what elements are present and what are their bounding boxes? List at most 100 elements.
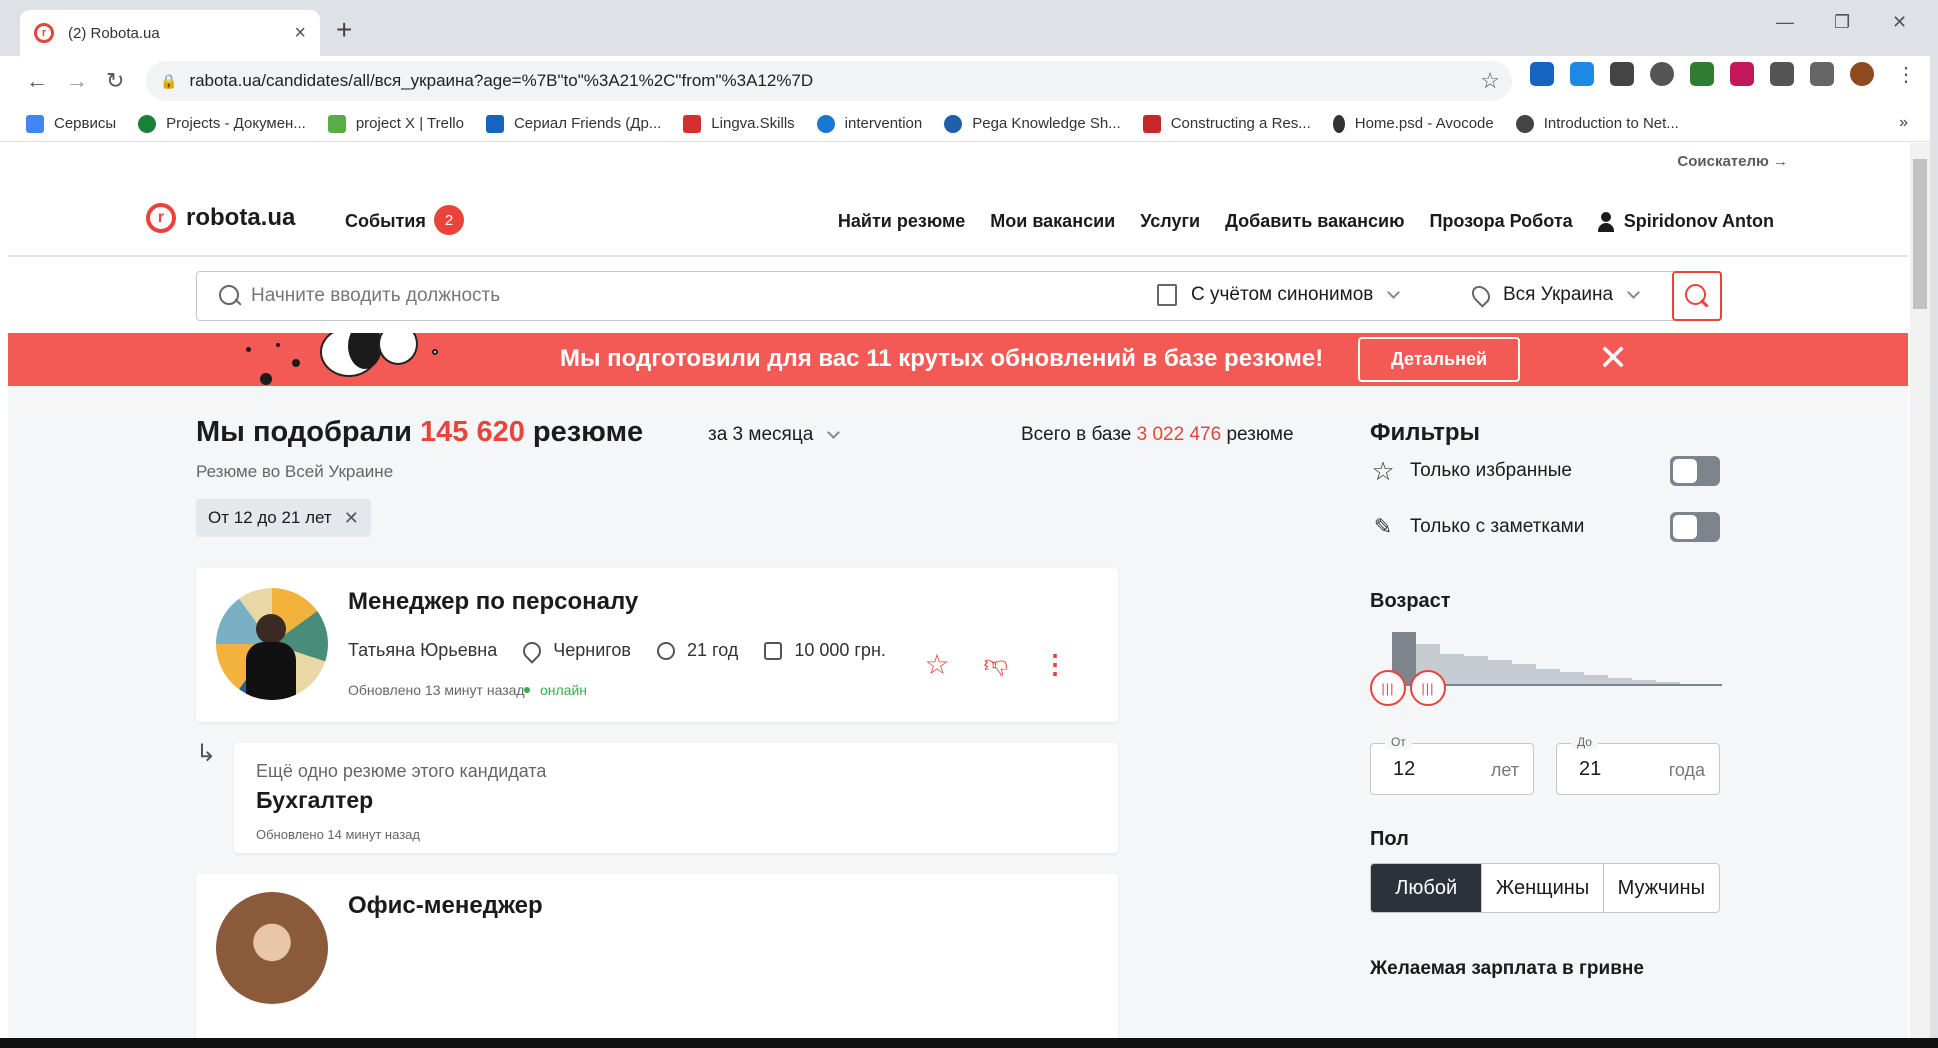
card-actions: ☆ 👎︎ ⋮ [925,648,1068,681]
bookmark-trello[interactable]: project X | Trello [327,114,464,133]
banner-message: Мы подготовили для вас 11 крутых обновле… [560,345,1324,372]
extension-doc-icon[interactable] [1610,62,1634,86]
jobseeker-link[interactable]: Соискателю → [1677,153,1788,170]
filter-only-notes[interactable]: ✎ Только с заметками [1370,510,1720,544]
page-scrollbar[interactable] [1910,143,1930,1038]
age-from-field[interactable]: От 12 лет [1370,735,1534,795]
profile-avatar-icon[interactable] [1850,62,1874,86]
another-resume-position[interactable]: Бухгалтер [256,787,373,814]
user-menu[interactable]: Spiridonov Anton [1597,211,1774,232]
bookmark-friends[interactable]: Сериал Friends (Др... [485,114,661,133]
bookmark-avocode[interactable]: Home.psd - Avocode [1332,114,1494,133]
histogram-bar [1536,669,1560,684]
bookmark-pega[interactable]: Pega Knowledge Sh... [944,114,1121,133]
age-label: Возраст [1370,590,1451,612]
star-outline-icon: ☆ [1371,455,1395,486]
candidate-avatar [216,892,328,1004]
lingva-icon [683,114,702,133]
confetti-dot [276,343,280,347]
resume-card[interactable]: Менеджер по персоналу Татьяна Юрьевна Че… [196,568,1118,722]
new-tab-button[interactable]: + [336,14,352,46]
results-content: Мы подобрали 145 620 резюме за 3 месяца … [8,386,1908,1038]
reload-icon[interactable]: ↻ [106,68,124,94]
events-link[interactable]: События [345,211,426,232]
document-search-icon [1157,284,1177,306]
search-icon [219,285,241,307]
region-dropdown[interactable]: Вся Украина [1468,282,1640,308]
web-page: Соискателю → r robota.ua События 2 Найти… [8,143,1908,1038]
nav-my-vacancies[interactable]: Мои вакансии [990,211,1115,232]
salary-label: Желаемая зарплата в гривне [1370,958,1644,979]
gender-option-any[interactable]: Любой [1371,864,1483,912]
extension-id-icon[interactable] [1570,62,1594,86]
nav-find-resume[interactable]: Найти резюме [838,211,965,232]
resume-card[interactable]: Офис-менеджер [196,874,1118,1038]
bookmark-services[interactable]: Сервисы [26,114,116,133]
tab-close-icon[interactable]: × [294,22,306,45]
total-in-base: Всего в базе 3 022 476 резюме [1021,424,1294,445]
candidate-position[interactable]: Менеджер по персоналу [348,588,638,616]
gender-option-men[interactable]: Мужчины [1604,864,1719,912]
more-options-icon[interactable]: ⋮ [1042,649,1068,680]
another-resume-card[interactable]: Ещё одно резюме этого кандидата Бухгалте… [234,743,1118,853]
browser-tab[interactable]: r (2) Robota.ua × [20,10,320,56]
bookmark-projects[interactable]: Projects - Докумен... [138,114,306,133]
synonyms-dropdown[interactable]: С учётом синонимов [1157,284,1401,306]
nav-services[interactable]: Услуги [1140,211,1200,232]
bookmark-star-icon[interactable]: ☆ [1480,68,1500,94]
chevron-down-icon [1387,285,1401,299]
histogram-bar [1512,664,1536,684]
back-arrow-icon[interactable]: ← [26,68,48,94]
avocode-icon [1332,114,1345,133]
confetti-dot [260,373,272,385]
events-count-badge: 2 [434,205,464,235]
extension-ut-icon[interactable] [1530,62,1554,86]
candidate-position[interactable]: Офис-менеджер [348,892,543,920]
forward-arrow-icon[interactable]: → [66,68,88,94]
bookmarks-more-icon[interactable]: » [1899,114,1908,132]
period-dropdown[interactable]: за 3 месяца [708,424,841,446]
histogram-bar [1632,680,1656,684]
minimize-icon[interactable]: — [1776,12,1794,33]
chip-remove-icon[interactable]: ✕ [344,508,359,529]
site-header: r robota.ua События 2 Найти резюме Мои в… [8,183,1908,257]
favorite-star-icon[interactable]: ☆ [925,648,950,681]
search-button[interactable] [1672,271,1722,321]
age-from-slider-handle[interactable]: ||| [1370,670,1406,706]
gender-option-women[interactable]: Женщины [1482,864,1604,912]
nav-add-vacancy[interactable]: Добавить вакансию [1225,211,1404,232]
bookmark-constructing[interactable]: Constructing a Res... [1142,114,1311,133]
histogram-bar [1584,675,1608,684]
scrollbar-thumb[interactable] [1913,159,1927,309]
banner-close-icon[interactable]: ✕ [1598,337,1628,379]
banner-details-button[interactable]: Детальней [1358,337,1520,382]
nav-transparent-work[interactable]: Прозора Робота [1429,211,1572,232]
address-bar[interactable]: 🔒 rabota.ua/candidates/all/вся_украина?a… [146,61,1512,101]
notes-toggle[interactable] [1670,512,1720,542]
site-logo[interactable]: r robota.ua [146,203,295,233]
bookmark-lingva[interactable]: Lingva.Skills [683,114,795,133]
extension-pink-icon[interactable] [1730,62,1754,86]
filter-only-favorites[interactable]: ☆ Только избранные [1370,454,1720,488]
age-to-field[interactable]: До 21 года [1556,735,1720,795]
bookmark-intervention[interactable]: intervention [816,114,922,133]
close-window-icon[interactable]: ✕ [1892,12,1907,33]
results-title: Мы подобрали 145 620 резюме [196,416,644,448]
browser-menu-icon[interactable]: ⋮ [1894,62,1918,86]
extension-circle-icon[interactable] [1650,62,1674,86]
histogram-bar [1488,660,1512,684]
bookmark-introduction[interactable]: Introduction to Net... [1515,114,1679,133]
updated-time: Обновлено 13 минут назад [348,682,525,698]
extensions-puzzle-icon[interactable] [1770,62,1794,86]
candidate-salary: 10 000 грн. [794,640,886,660]
position-search-input[interactable] [251,285,1131,307]
extension-green-icon[interactable] [1690,62,1714,86]
dislike-thumb-icon[interactable]: 👎︎ [984,651,1008,679]
media-control-icon[interactable] [1810,62,1834,86]
candidate-meta: Татьяна Юрьевна Чернигов 21 год 10 000 г… [348,637,886,664]
age-to-slider-handle[interactable]: ||| [1410,670,1446,706]
favorites-toggle[interactable] [1670,456,1720,486]
restore-icon[interactable]: ❐ [1834,12,1850,33]
age-filter-chip: От 12 до 21 лет ✕ [196,499,371,537]
trello-icon [327,114,346,133]
